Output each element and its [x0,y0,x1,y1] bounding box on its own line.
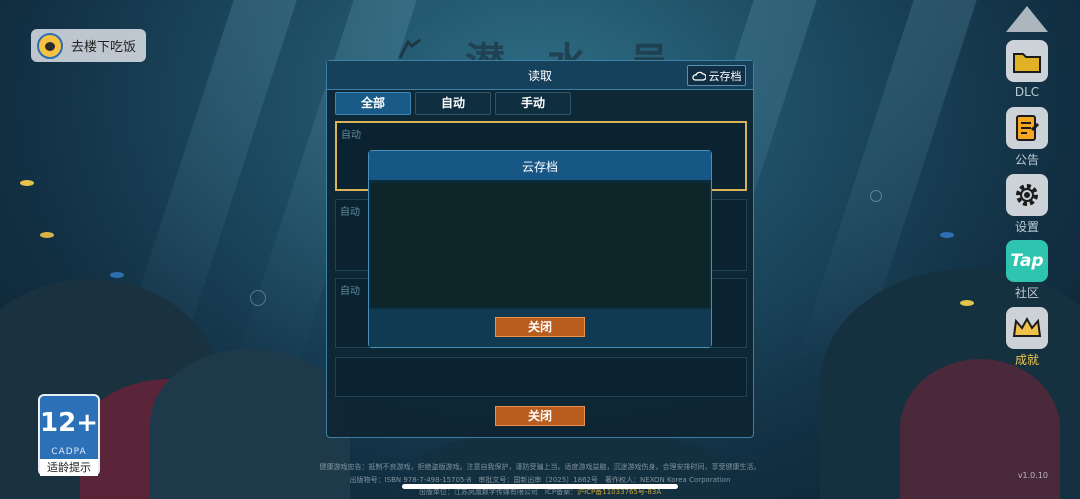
settings-button[interactable] [1006,174,1048,216]
tab-all[interactable]: 全部 [335,92,411,115]
cloud-icon [691,71,706,81]
achievements-button[interactable] [1006,307,1048,349]
save-slot[interactable] [335,357,747,397]
save-slot-type: 自动 [341,130,361,141]
home-indicator[interactable] [402,484,678,489]
crown-icon [1012,316,1042,337]
community-button[interactable]: Tap [1006,240,1048,282]
tab-auto[interactable]: 自动 [415,92,491,115]
cloud-dialog-footer: 关闭 [369,309,711,347]
notice-label: 公告 [1014,153,1039,167]
cloud-close-button[interactable]: 关闭 [495,317,585,337]
cloud-dialog-header: 云存档 [369,151,711,180]
save-slot-type: 自动 [340,207,360,218]
cloud-save-dialog: 云存档 关闭 [368,150,712,348]
notice-icon [1016,115,1040,141]
dlc-label: DLC [1014,85,1040,99]
community-label: 社区 [1014,286,1039,300]
cloud-dialog-title: 云存档 [521,160,558,174]
health-notice: 健康游戏忠告：抵制不良游戏，拒绝盗版游戏。注意自我保护，谨防受骗上当。适度游戏益… [319,463,761,471]
load-dialog-header: 读取 云存档 [327,61,753,90]
cloud-save-button[interactable]: 云存档 [687,65,746,86]
icp-number: 沪ICP备11033765号-83A [577,488,662,496]
publisher-text: 出版单位：江苏凤凰数字传媒有限公司 ICP备案： [418,488,578,496]
version-label: v1.0.10 [1017,471,1048,480]
achievements-label: 成就 [1014,353,1039,367]
load-close-button[interactable]: 关闭 [495,406,585,426]
character-avatar-icon [37,32,63,59]
save-slot-type: 自动 [340,286,360,297]
age-rating-number: 12+ [40,408,98,438]
folder-icon [1013,53,1041,73]
player-profile-button[interactable]: 去楼下吃饭 [31,29,146,62]
age-rating-org: CADPA [51,447,87,457]
taptap-icon: Tap [1010,251,1044,271]
gear-icon [1016,184,1038,206]
collapse-arrow-icon[interactable] [1006,6,1048,32]
cloud-save-list[interactable] [371,183,709,307]
cloud-save-label: 云存档 [708,69,742,83]
tab-manual[interactable]: 手动 [495,92,571,115]
dlc-button[interactable] [1006,40,1048,82]
diver-icon [398,38,421,59]
notice-button[interactable] [1006,107,1048,149]
settings-label: 设置 [1014,220,1039,234]
player-name: 去楼下吃饭 [71,40,137,55]
